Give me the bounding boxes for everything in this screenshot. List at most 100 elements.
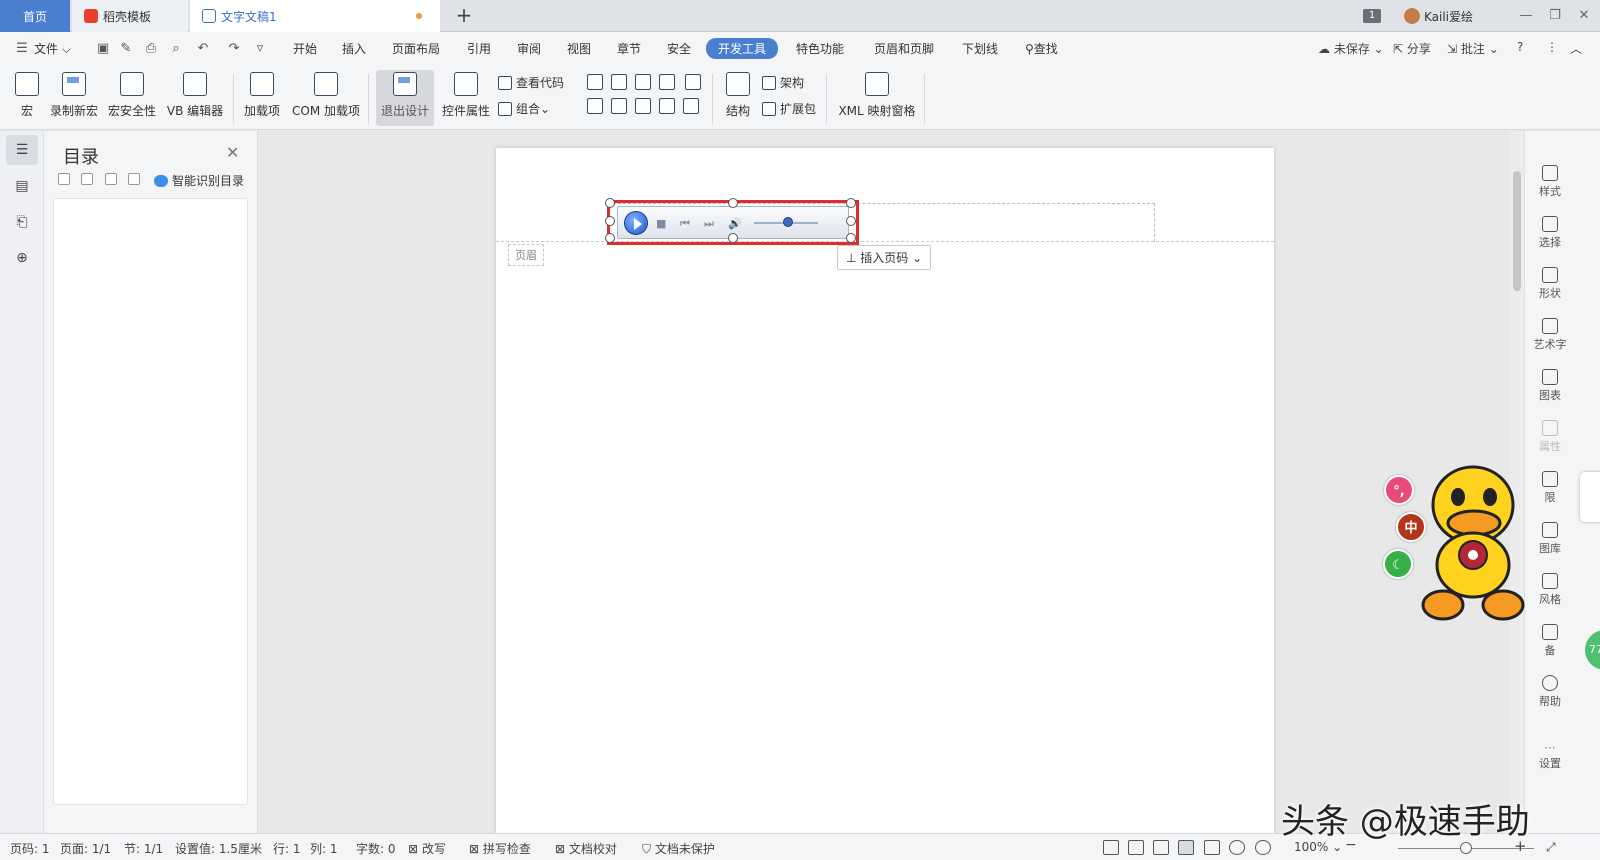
listbox-control-icon[interactable] <box>611 98 627 114</box>
restore-icon[interactable]: ❐ <box>1545 6 1565 26</box>
structure-button[interactable]: 结构 <box>718 70 758 126</box>
control-properties-button[interactable]: 控件属性 <box>438 70 494 126</box>
find-nav-icon[interactable]: ⊕ <box>6 243 38 273</box>
stop-icon[interactable]: ■ <box>656 217 666 230</box>
textbox-control-icon[interactable] <box>611 74 627 90</box>
expansion-pack-button[interactable]: 扩展包 <box>762 100 816 117</box>
eye-protection-icon[interactable] <box>1255 840 1271 855</box>
resize-handle[interactable] <box>846 198 856 208</box>
minimize-icon[interactable]: — <box>1516 6 1536 26</box>
image-control-icon[interactable] <box>635 74 651 90</box>
next-icon[interactable]: ⏭ <box>704 217 714 231</box>
rp-wordart[interactable]: 艺术字 <box>1525 318 1575 352</box>
resize-handle[interactable] <box>605 233 615 243</box>
rp-settings[interactable]: ··· 设置 <box>1525 741 1575 771</box>
combobox-control-icon[interactable] <box>587 98 603 114</box>
zoom-slider-knob[interactable] <box>1460 842 1472 854</box>
button-control-icon[interactable] <box>635 98 651 114</box>
add-icon[interactable] <box>105 173 117 185</box>
outline-view-icon[interactable] <box>1204 840 1220 855</box>
rp-shape[interactable]: 形状 <box>1525 267 1575 301</box>
close-icon[interactable]: ✕ <box>1574 6 1594 26</box>
collapse-icon[interactable] <box>81 173 93 185</box>
menu-file[interactable]: 文件 ⌵ <box>34 40 71 57</box>
macro-button[interactable]: 宏 <box>10 70 44 126</box>
xml-mapping-pane-button[interactable]: XML 映射窗格 <box>834 70 920 126</box>
rp-limit[interactable]: 限 <box>1525 471 1575 505</box>
doc-proof-button[interactable]: ⊠ 文档校对 <box>555 840 617 857</box>
emoji-bubble[interactable]: °, <box>1384 475 1414 505</box>
com-addins-button[interactable]: COM 加载项 <box>289 70 363 126</box>
document-page[interactable]: 页眉 ⊥ 插入页码 ⌄ ■ ⏮ ⏭ 🔊 <box>496 148 1274 833</box>
close-icon[interactable]: ✕ <box>226 143 239 162</box>
menu-underline[interactable]: 下划线 <box>962 40 998 57</box>
document-workspace[interactable]: 页眉 ⊥ 插入页码 ⌄ ■ ⏮ ⏭ 🔊 <box>258 131 1510 833</box>
resize-handle[interactable] <box>846 216 856 226</box>
read-mode-icon[interactable] <box>1128 840 1144 855</box>
rp-select[interactable]: 选择 <box>1525 216 1575 250</box>
toc-list[interactable] <box>53 198 248 805</box>
rp-gallery[interactable]: 图库 <box>1525 522 1575 556</box>
expand-icon[interactable] <box>58 173 70 185</box>
chapter-nav-icon[interactable]: ▤ <box>6 171 38 201</box>
menu-insert[interactable]: 插入 <box>342 40 366 57</box>
search-command[interactable]: ⚲查找 <box>1025 40 1058 57</box>
share-button[interactable]: ⇱ 分享 <box>1393 40 1431 57</box>
page-view-icon[interactable] <box>1178 840 1194 855</box>
addins-button[interactable]: 加载项 <box>240 70 284 126</box>
new-tab-button[interactable]: + <box>452 4 476 28</box>
label-control-icon[interactable] <box>587 74 603 90</box>
user-name[interactable]: Kaili爱绘 <box>1424 8 1473 25</box>
moon-icon[interactable]: ☾ <box>1383 549 1413 579</box>
resize-handle[interactable] <box>605 216 615 226</box>
media-player-control[interactable]: ■ ⏮ ⏭ 🔊 <box>605 198 859 245</box>
fullscreen-icon[interactable] <box>1103 840 1119 855</box>
play-icon[interactable] <box>624 211 648 235</box>
comment-button[interactable]: ⇲ 批注 ⌄ <box>1447 40 1499 57</box>
redo-icon[interactable]: ↷ <box>226 41 242 57</box>
save-icon[interactable]: ▣ <box>95 41 111 57</box>
menu-developer-tools[interactable]: 开发工具 <box>706 38 779 59</box>
tab-document[interactable]: 文字文稿1 <box>190 0 440 32</box>
web-view-icon[interactable] <box>1229 840 1245 855</box>
record-macro-button[interactable]: 录制新宏 <box>46 70 102 126</box>
volume-icon[interactable]: 🔊 <box>728 217 742 230</box>
more-controls-icon[interactable] <box>683 98 699 114</box>
scroll-thumb[interactable] <box>1513 171 1521 291</box>
volume-knob[interactable] <box>783 217 793 227</box>
menu-header-footer[interactable]: 页眉和页脚 <box>874 40 934 57</box>
rp-style[interactable]: 样式 <box>1525 165 1575 199</box>
window-count-badge[interactable]: 1 <box>1363 9 1381 23</box>
tab-template[interactable]: 稻壳模板 <box>72 0 188 32</box>
menu-chapter[interactable]: 章节 <box>617 40 641 57</box>
menu-reference[interactable]: 引用 <box>467 40 491 57</box>
print-icon[interactable]: ⎙ <box>143 41 159 57</box>
date-control-icon[interactable] <box>659 98 675 114</box>
revise-toggle[interactable]: ⊠ 改写 <box>408 840 446 857</box>
insert-page-number-button[interactable]: ⊥ 插入页码 ⌄ <box>837 245 932 270</box>
menu-view[interactable]: 视图 <box>567 40 591 57</box>
previous-icon[interactable]: ⏮ <box>680 217 690 231</box>
resize-handle[interactable] <box>728 198 738 208</box>
macro-security-button[interactable]: 宏安全性 <box>104 70 160 126</box>
toc-nav-icon[interactable]: ☰ <box>6 135 38 165</box>
spell-check-button[interactable]: ⊠ 拼写检查 <box>469 840 531 857</box>
edit-mode-icon[interactable] <box>1153 840 1169 855</box>
format-painter-icon[interactable]: ✎ <box>118 41 134 57</box>
avatar[interactable] <box>1404 8 1420 24</box>
unsaved-status[interactable]: ☁ 未保存 ⌄ <box>1318 40 1384 57</box>
smart-toc-button[interactable]: 智能识别目录 <box>154 172 244 189</box>
bookmark-nav-icon[interactable]: ⎗ <box>6 207 38 237</box>
exit-design-button[interactable]: 退出设计 <box>376 70 434 126</box>
schema-button[interactable]: 架构 <box>762 74 804 91</box>
print-preview-icon[interactable]: ⌕ <box>168 41 184 57</box>
rp-backup[interactable]: 备 <box>1525 624 1575 658</box>
customize-icon[interactable]: ▿ <box>252 41 268 57</box>
menu-special-features[interactable]: 特色功能 <box>796 40 844 57</box>
doc-protect-button[interactable]: ⛉ 文档未保护 <box>642 840 715 857</box>
view-code-button[interactable]: 查看代码 <box>498 74 564 91</box>
undo-icon[interactable]: ↶ <box>195 41 211 57</box>
menu-page-layout[interactable]: 页面布局 <box>392 40 440 57</box>
resize-handle[interactable] <box>728 233 738 243</box>
rp-chart[interactable]: 图表 <box>1525 369 1575 403</box>
